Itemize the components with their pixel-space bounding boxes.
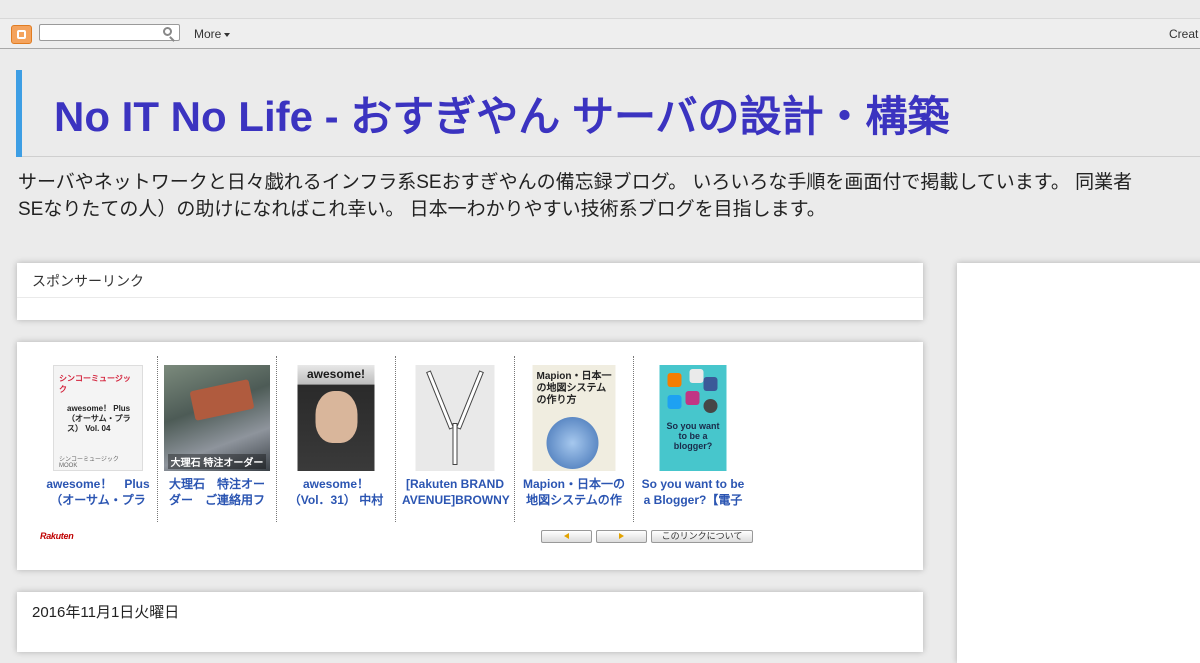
product-thumbnail[interactable]: awesome!: [297, 365, 375, 471]
product-name[interactable]: Mapion・日本一の地図システムの作り方: [515, 476, 633, 508]
sponsor-title: スポンサーリンク: [32, 273, 144, 289]
twitter-icon: [667, 395, 682, 409]
post-card: 2016年11月1日火曜日: [17, 592, 923, 652]
product-item[interactable]: 大理石 特注オーダー 大理石 特注オーダー ご連絡用フォーム: [158, 356, 277, 522]
navbar-more-label: More: [194, 27, 222, 41]
strap-image: [452, 423, 458, 465]
blogger-icon: [667, 373, 682, 387]
search-icon[interactable]: [163, 27, 172, 36]
wordpress-icon: [703, 399, 718, 413]
product-item[interactable]: So you want to be a blogger? So you want…: [634, 356, 752, 522]
cover-brand: シンコーミュージック: [59, 374, 131, 394]
navbar-search-input[interactable]: [39, 24, 180, 41]
instagram-icon: [685, 391, 700, 405]
header-accent-bar: [16, 70, 22, 157]
cover-title: 大理石 特注オーダー: [168, 454, 266, 469]
product-name[interactable]: So you want to be a Blogger?【電子書籍】: [634, 476, 752, 508]
blogger-logo-icon[interactable]: [11, 25, 32, 44]
cover-footer: シンコーミュージックMOOK: [59, 457, 119, 469]
previous-page-button[interactable]: [541, 530, 592, 543]
sponsor-link-gadget: スポンサーリンク: [17, 263, 923, 320]
product-name[interactable]: awesome！ Plus（オーサム・プラス）: [39, 476, 157, 508]
right-sidebar: [957, 263, 1200, 663]
product-item[interactable]: awesome! awesome！（Vol．31） 中村倫也: [277, 356, 396, 522]
cover-title: awesome！ Plus （オーサム・プラス） Vol. 04: [67, 404, 131, 433]
product-item[interactable]: シンコーミュージック awesome！ Plus （オーサム・プラス） Vol.…: [39, 356, 158, 522]
about-this-link-button[interactable]: このリンクについて: [651, 530, 753, 543]
chevron-down-icon: [224, 32, 231, 37]
next-page-button[interactable]: [596, 530, 647, 543]
product-item[interactable]: Mapion・日本一の地図システムの作り方 Mapion・日本一の地図システムの…: [515, 356, 634, 522]
mail-icon: [689, 369, 704, 383]
header-divider: [22, 156, 1200, 157]
blog-title[interactable]: No IT No Life - おすぎやん サーバの設計・構築: [54, 83, 950, 144]
marble-stone-image: [189, 379, 255, 421]
strap-image: [426, 370, 454, 430]
rakuten-widget: シンコーミュージック awesome！ Plus （オーサム・プラス） Vol.…: [17, 342, 923, 570]
rakuten-logo[interactable]: Rakuten: [40, 531, 74, 541]
like-icon: [703, 377, 718, 391]
blog-description-line: サーバやネットワークと日々戯れるインフラ系SEおすぎやんの備忘録ブログ。 いろい…: [18, 172, 1133, 193]
product-name[interactable]: awesome！（Vol．31） 中村倫也: [277, 476, 395, 508]
cover-title: Mapion・日本一の地図システムの作り方: [536, 371, 612, 406]
product-thumbnail[interactable]: So you want to be a blogger?: [659, 365, 727, 471]
navbar-create-blog-link[interactable]: Creat: [1169, 27, 1198, 41]
arrow-right-icon: [619, 533, 624, 539]
post-date: 2016年11月1日火曜日: [32, 604, 180, 621]
blog-description-line: SEなりたての人）の助けになればこれ幸い。 日本一わかりやすい技術系ブログを目指…: [18, 199, 826, 220]
cover-title: awesome!: [306, 367, 366, 381]
compass-image: [546, 417, 599, 469]
cover-title: So you want to be a blogger?: [666, 421, 720, 451]
navbar-more-menu[interactable]: More: [194, 27, 231, 41]
strap-image: [456, 370, 484, 430]
product-name[interactable]: 大理石 特注オーダー ご連絡用フォーム: [158, 476, 276, 508]
product-thumbnail[interactable]: シンコーミュージック awesome！ Plus （オーサム・プラス） Vol.…: [53, 365, 143, 471]
sponsor-divider: [17, 297, 923, 298]
product-item[interactable]: [Rakuten BRAND AVENUE]BROWNY: [396, 356, 515, 522]
product-thumbnail[interactable]: Mapion・日本一の地図システムの作り方: [532, 365, 616, 471]
arrow-left-icon: [564, 533, 569, 539]
product-thumbnail[interactable]: [415, 365, 495, 471]
blogger-navbar: More Creat: [0, 18, 1200, 49]
blog-description: サーバやネットワークと日々戯れるインフラ系SEおすぎやんの備忘録ブログ。 いろい…: [18, 169, 1200, 223]
cover-portrait-image: [315, 391, 358, 443]
product-thumbnail[interactable]: 大理石 特注オーダー: [164, 365, 270, 471]
product-name[interactable]: [Rakuten BRAND AVENUE]BROWNY: [396, 476, 514, 508]
